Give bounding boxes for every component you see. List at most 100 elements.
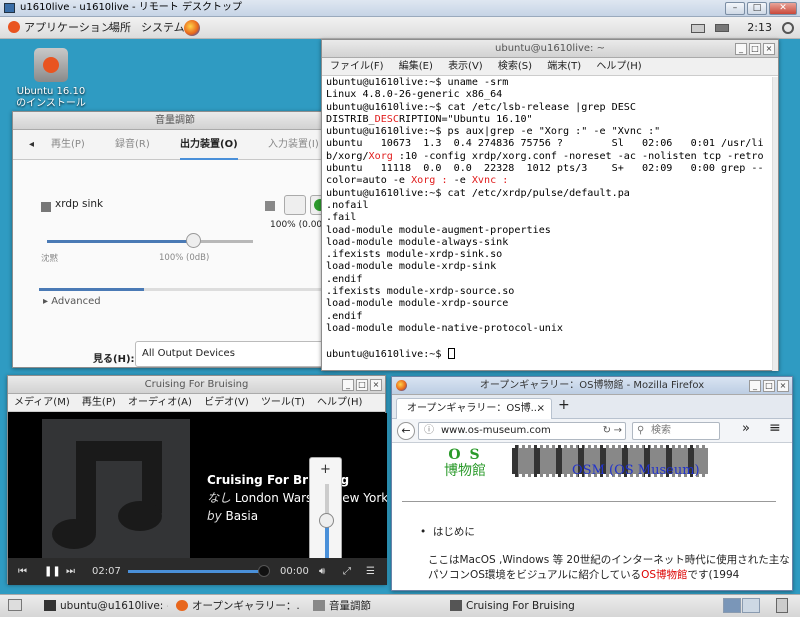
terminal-line: b/xorg/Xorg :10 -config xrdp/xorg.conf -…	[326, 151, 772, 163]
mute-button[interactable]	[284, 195, 306, 215]
close-button[interactable]: ×	[370, 379, 382, 391]
line-segment: :10 -config xrdp/xorg.conf -noreset -ac …	[392, 150, 764, 162]
advanced-expander[interactable]: ▸ Advanced	[43, 296, 101, 307]
os-museum-logo: O S 博物館	[444, 447, 486, 479]
taskbar-item-media-player[interactable]: Cruising For Bruising	[446, 596, 598, 616]
volume-slider-knob[interactable]	[186, 233, 202, 248]
show-label: 見る(H):	[93, 354, 135, 365]
remote-desktop-icon	[4, 3, 15, 13]
tab-input-devices[interactable]: 入力装置(I)	[268, 130, 319, 160]
minimize-button[interactable]: _	[342, 379, 354, 391]
menu-audio[interactable]: オーディオ(A)	[128, 397, 192, 408]
network-icon[interactable]	[691, 23, 706, 33]
taskbar-item-volume[interactable]: 音量調節	[309, 596, 437, 616]
page-content[interactable]: O S 博物館 OSM (OS Museum) • はじめに ここはMacOS …	[392, 443, 792, 590]
workspace-2[interactable]	[742, 598, 760, 613]
fullscreen-icon[interactable]: ⤢	[343, 558, 351, 585]
menu-icon[interactable]: ≡	[769, 420, 781, 436]
back-button[interactable]: ←	[397, 422, 415, 440]
taskbar-label: ubuntu@u1610live: ~	[60, 600, 168, 612]
info-icon[interactable]: ⓘ	[424, 423, 434, 439]
firefox-titlebar[interactable]: オープンギャラリー：OS博物館 - Mozilla Firefox _ □ ×	[392, 377, 792, 395]
volume-titlebar[interactable]: 音量調節	[13, 112, 337, 130]
forward-icon[interactable]: →	[614, 423, 622, 439]
volume-icon[interactable]: 🔊︎	[319, 558, 325, 585]
maximize-button[interactable]: □	[747, 2, 767, 15]
os-museum-link[interactable]: OS博物館	[641, 569, 687, 581]
terminal-line: ubuntu@u1610live:~$ uname -srm	[326, 77, 509, 88]
menu-search[interactable]: 検索(S)	[498, 61, 532, 72]
menu-video[interactable]: ビデオ(V)	[204, 397, 249, 408]
video-area[interactable]: Cruising For Bruising なし London Warsaw N…	[8, 413, 387, 558]
url-bar[interactable]: ⓘ www.os-museum.com ↻ →	[418, 422, 626, 440]
workspace-1[interactable]	[723, 598, 741, 613]
reload-icon[interactable]: ↻	[603, 423, 611, 439]
clock[interactable]: 2:13	[747, 17, 772, 39]
menu-help[interactable]: ヘルプ(H)	[596, 61, 641, 72]
seek-knob[interactable]	[258, 565, 270, 577]
volume-up-icon[interactable]: +	[310, 462, 341, 477]
terminal-scrollbar[interactable]	[772, 77, 778, 371]
tab-output-devices[interactable]: 出力装置(O)	[180, 130, 238, 160]
applications-menu[interactable]: アプリケーション	[8, 17, 112, 39]
taskbar-item-firefox[interactable]: オープンギャラリー：...	[172, 596, 300, 616]
places-menu[interactable]: 場所	[109, 17, 131, 39]
shutdown-icon[interactable]	[782, 22, 794, 34]
pause-icon[interactable]: ❚❚	[44, 558, 61, 585]
volume-popup-knob[interactable]	[319, 513, 334, 528]
browser-tab[interactable]: オープンギャラリー：OS博... ×	[396, 398, 552, 419]
tab-scroll-left-icon[interactable]: ◂	[29, 130, 34, 160]
trash-icon[interactable]	[776, 598, 788, 613]
minimize-button[interactable]: _	[749, 380, 761, 392]
track-info: Cruising For Bruising なし London Warsaw N…	[207, 471, 387, 525]
menu-file[interactable]: ファイル(F)	[330, 61, 384, 72]
media-player-menubar: メディア(M) 再生(P) オーディオ(A) ビデオ(V) ツール(T) ヘルプ…	[8, 394, 385, 412]
url-text: www.os-museum.com	[441, 425, 551, 436]
terminal-line: ubuntu@u1610live:~$ cat /etc/xrdp/pulse/…	[326, 187, 630, 199]
previous-icon[interactable]: ⏮	[18, 558, 27, 585]
media-player-titlebar[interactable]: Cruising For Bruising _ □ ×	[8, 376, 385, 394]
system-menu[interactable]: システム	[141, 17, 185, 39]
minimize-button[interactable]: –	[725, 2, 745, 15]
playlist-icon[interactable]: ☰	[366, 558, 375, 585]
logo-os: O S	[448, 447, 482, 463]
menu-terminal[interactable]: 端末(T)	[547, 61, 581, 72]
menu-view[interactable]: 表示(V)	[448, 61, 483, 72]
tab-playback[interactable]: 再生(P)	[51, 130, 85, 160]
media-player-window: Cruising For Bruising _ □ × メディア(M) 再生(P) …	[7, 375, 387, 585]
firefox-launcher-icon[interactable]	[184, 20, 200, 36]
close-button[interactable]: ×	[777, 380, 789, 392]
minimize-button[interactable]: _	[735, 43, 747, 55]
workspace-switcher[interactable]	[723, 598, 760, 613]
tab-close-icon[interactable]: ×	[537, 399, 545, 419]
menu-tools[interactable]: ツール(T)	[261, 397, 305, 408]
close-button[interactable]: ✕	[769, 2, 797, 15]
search-bar[interactable]: ⚲ 検索	[632, 422, 720, 440]
terminal-output[interactable]: ubuntu@u1610live:~$ uname -srm Linux 4.8.…	[326, 77, 772, 367]
show-devices-select[interactable]: All Output Devices	[135, 341, 339, 367]
taskbar-item-terminal[interactable]: ubuntu@u1610live: ~	[40, 596, 168, 616]
overflow-icon[interactable]: »	[742, 421, 750, 436]
maximize-button[interactable]: □	[356, 379, 368, 391]
rdp-window-titlebar[interactable]: u1610live - u1610live - リモート デスクトップ – □ …	[0, 0, 800, 17]
terminal-titlebar[interactable]: ubuntu@u1610live: ~ _ □ ×	[322, 40, 778, 58]
terminal-line: .nofail	[326, 199, 369, 211]
media-controls: ⏮ ❚❚ ⏭ 02:07 00:00 🔊︎ ⤢ ☰	[8, 558, 387, 585]
media-player-title: Cruising For Bruising	[144, 379, 249, 390]
maximize-button[interactable]: □	[763, 380, 775, 392]
menu-help[interactable]: ヘルプ(H)	[317, 397, 362, 408]
battery-icon[interactable]	[715, 24, 730, 32]
menu-edit[interactable]: 編集(E)	[399, 61, 433, 72]
menu-playback[interactable]: 再生(P)	[82, 397, 116, 408]
desktop-icon-install-ubuntu[interactable]: Ubuntu 16.10 のインストール	[14, 48, 88, 110]
terminal-line: ubuntu 10673 1.3 0.4 274836 75756 ? Sl 0…	[326, 138, 764, 150]
menu-media[interactable]: メディア(M)	[14, 397, 70, 408]
new-tab-button[interactable]: +	[558, 397, 570, 413]
para-line-2b: です(1994	[687, 569, 740, 581]
tab-recording[interactable]: 録音(R)	[115, 130, 150, 160]
maximize-button[interactable]: □	[749, 43, 761, 55]
firefox-window: オープンギャラリー：OS博物館 - Mozilla Firefox _ □ × オー…	[391, 376, 793, 591]
next-icon[interactable]: ⏭	[66, 558, 75, 585]
close-button[interactable]: ×	[763, 43, 775, 55]
show-desktop-icon[interactable]	[8, 599, 22, 611]
